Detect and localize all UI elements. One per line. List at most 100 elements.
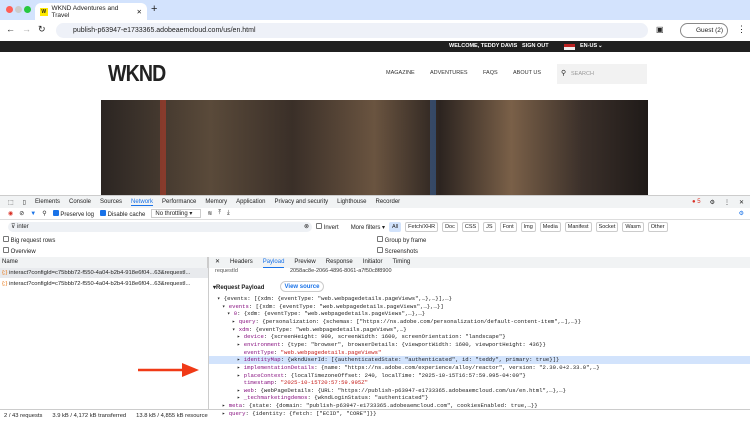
tab-network[interactable]: Network [131, 199, 154, 206]
close-tab-icon[interactable]: ✕ [137, 8, 142, 16]
request-row[interactable]: {;} interact?configId=c75bbb72-f550-4a04… [0, 268, 208, 278]
close-detail-icon[interactable]: ✕ [215, 257, 220, 268]
expand-arrow-icon[interactable]: ▸ [232, 318, 239, 325]
type-filter-js[interactable]: JS [483, 222, 496, 232]
tab-elements[interactable]: Elements [35, 199, 60, 205]
tab-preview[interactable]: Preview [294, 257, 315, 268]
payload-line[interactable]: ▸ device: {screenHeight: 900, screenWidt… [209, 333, 750, 341]
device-toolbar-icon[interactable]: ▯ [23, 199, 26, 206]
reading-mode-icon[interactable]: ▣ [656, 25, 664, 34]
tab-privacy[interactable]: Privacy and security [274, 199, 328, 205]
payload-line[interactable]: ▾ events: [{xdm: {eventType: "web.webpag… [209, 303, 750, 311]
minimize-window-icon[interactable] [15, 6, 22, 13]
throttling-select[interactable]: No throttling ▾ [151, 209, 202, 218]
tab-lighthouse[interactable]: Lighthouse [337, 199, 366, 205]
filter-input[interactable]: ⊽ inter ⊗ [8, 222, 312, 232]
preserve-log-checkbox[interactable]: Preserve log [52, 209, 94, 218]
export-har-icon[interactable]: ⤓ [227, 210, 230, 217]
nav-faqs[interactable]: FAQS [483, 70, 498, 76]
type-filter-manifest[interactable]: Manifest [564, 222, 592, 232]
expand-arrow-icon[interactable]: ▸ [237, 333, 244, 340]
payload-line[interactable]: ▸ identityMap: {wkndUserId: [{authentica… [209, 356, 750, 364]
tab-payload[interactable]: Payload [262, 257, 285, 268]
expand-arrow-icon[interactable]: ▸ [237, 356, 244, 363]
reload-icon[interactable]: ↻ [38, 24, 46, 35]
nav-adventures[interactable]: ADVENTURES [430, 70, 468, 76]
payload-line[interactable]: ▸ placeContext: {localTimezoneOffset: 24… [209, 372, 750, 380]
tab-response[interactable]: Response [326, 257, 353, 268]
name-column-header[interactable]: Name [0, 257, 208, 268]
payload-line[interactable]: ▸ query: {identity: {fetch: ["ECID", "CO… [209, 410, 750, 418]
inspect-icon[interactable]: ⬚ [8, 199, 14, 206]
payload-line[interactable]: ▸ query: {personalization: {schemas: ["h… [209, 318, 750, 326]
forward-icon[interactable]: → [22, 24, 31, 34]
clear-icon[interactable]: ⊘ [19, 210, 24, 217]
payload-line[interactable]: ▾ {events: [{xdm: {eventType: "web.webpa… [209, 295, 750, 303]
overview-checkbox[interactable]: Overview [3, 247, 36, 255]
nav-magazine[interactable]: MAGAZINE [386, 70, 415, 76]
type-filter-all[interactable]: All [389, 222, 402, 232]
expand-arrow-icon[interactable]: ▾ [232, 326, 239, 333]
record-icon[interactable]: ◉ [8, 210, 13, 217]
expand-arrow-icon[interactable]: ▸ [222, 402, 229, 409]
tab-memory[interactable]: Memory [205, 199, 227, 205]
payload-line[interactable]: ▸ meta: {state: {domain: "publish-p63947… [209, 402, 750, 410]
request-payload-title[interactable]: ▾Request Payload [213, 284, 264, 291]
type-filter-doc[interactable]: Doc [442, 222, 458, 232]
big-rows-checkbox[interactable]: Big request rows [3, 236, 55, 244]
expand-arrow-icon[interactable]: ▾ [222, 303, 229, 310]
payload-line[interactable]: ▸ _techmarketingdemos: {wkndLoginStatus:… [209, 394, 750, 402]
back-icon[interactable]: ← [6, 24, 15, 34]
payload-line[interactable]: ▾ xdm: {eventType: "web.webpagedetails.p… [209, 326, 750, 334]
type-filter-css[interactable]: CSS [461, 222, 480, 232]
type-filter-img[interactable]: Img [520, 222, 536, 232]
type-filter-media[interactable]: Media [539, 222, 561, 232]
type-filter-font[interactable]: Font [499, 222, 517, 232]
type-filter-socket[interactable]: Socket [595, 222, 619, 232]
tab-sources[interactable]: Sources [100, 199, 122, 205]
tab-initiator[interactable]: Initiator [363, 257, 383, 268]
more-filters-dropdown[interactable]: More filters ▾ [351, 224, 385, 231]
site-logo[interactable]: WKND [108, 60, 166, 87]
payload-line[interactable]: ▸ environment: {type: "browser", browser… [209, 341, 750, 349]
expand-arrow-icon[interactable]: ▸ [222, 410, 229, 417]
tab-performance[interactable]: Performance [162, 199, 196, 205]
locale-selector[interactable]: EN-US [580, 41, 597, 52]
maximize-window-icon[interactable] [24, 6, 31, 13]
profile-button[interactable]: Guest (2) [680, 23, 728, 38]
payload-line[interactable]: ▸ implementationDetails: {name: "https:/… [209, 364, 750, 372]
network-settings-icon[interactable]: ⚙ [739, 210, 744, 217]
expand-arrow-icon[interactable]: ▸ [237, 372, 244, 379]
tab-headers[interactable]: Headers [230, 257, 253, 268]
tab-timing[interactable]: Timing [392, 257, 410, 268]
expand-arrow-icon[interactable]: ▾ [217, 295, 224, 302]
expand-arrow-icon[interactable]: ▸ [237, 364, 244, 371]
menu-icon[interactable]: ⋮ [737, 24, 746, 35]
tab-recorder[interactable]: Recorder [375, 199, 400, 205]
new-tab-icon[interactable]: + [151, 3, 157, 15]
expand-arrow-icon[interactable]: ▸ [237, 341, 244, 348]
tab-console[interactable]: Console [69, 199, 91, 205]
nav-about-us[interactable]: ABOUT US [513, 70, 541, 76]
sign-out-link[interactable]: SIGN OUT [522, 41, 549, 52]
search-icon[interactable]: ⚲ [42, 210, 46, 217]
import-har-icon[interactable]: ⤒ [218, 210, 221, 217]
group-by-frame-checkbox[interactable]: Group by frame [377, 236, 426, 244]
close-devtools-icon[interactable]: ✕ [739, 199, 744, 206]
clear-filter-icon[interactable]: ⊗ [304, 222, 309, 232]
type-filter-fetch-xhr[interactable]: Fetch/XHR [405, 222, 439, 232]
close-window-icon[interactable] [6, 6, 13, 13]
more-icon[interactable]: ⋮ [724, 199, 730, 206]
screenshots-checkbox[interactable]: Screenshots [377, 247, 418, 255]
network-conditions-icon[interactable]: ≋ [207, 210, 212, 217]
invert-checkbox[interactable]: Invert [316, 223, 339, 231]
settings-icon[interactable]: ⚙ [710, 199, 715, 206]
expand-arrow-icon[interactable]: ▾ [227, 310, 234, 317]
payload-line[interactable]: ▸ web: {webPageDetails: {URL: "https://p… [209, 387, 750, 395]
error-badge[interactable]: ● 5 [692, 199, 701, 205]
type-filter-other[interactable]: Other [647, 222, 668, 232]
filter-icon[interactable]: ▼ [30, 211, 36, 217]
request-row[interactable]: {;} interact?configId=c75bbb72-f550-4a04… [0, 279, 208, 289]
disable-cache-checkbox[interactable]: Disable cache [100, 209, 145, 218]
expand-arrow-icon[interactable]: ▸ [237, 387, 244, 394]
